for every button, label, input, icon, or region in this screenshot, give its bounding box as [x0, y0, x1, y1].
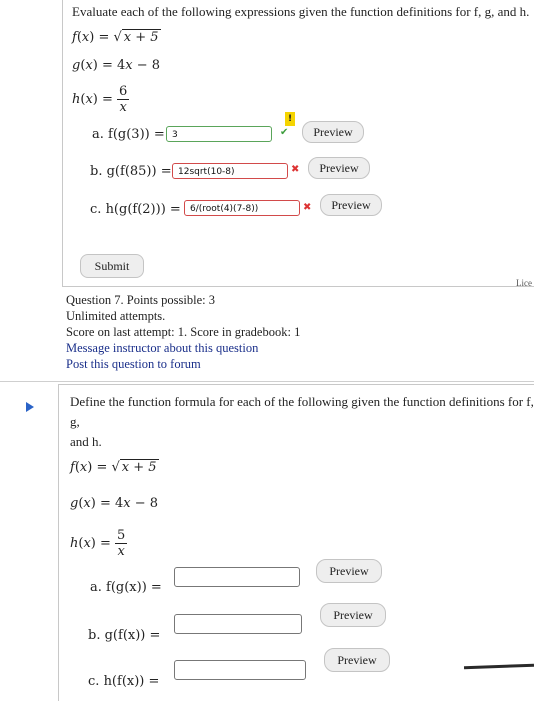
- hint-flag-icon[interactable]: !: [285, 112, 295, 126]
- preview-button-a[interactable]: Preview: [302, 121, 364, 143]
- h-numerator-2: 5: [115, 528, 128, 544]
- incorrect-x-icon: ✖: [303, 202, 312, 213]
- section-divider: [0, 381, 534, 382]
- attempts-text: Unlimited attempts.: [66, 309, 166, 323]
- preview-button-c[interactable]: Preview: [320, 194, 382, 216]
- part-c-expression: h(g(f(2))) =: [105, 202, 181, 217]
- q8-part-b-answer-input[interactable]: [174, 614, 302, 634]
- part-a-label: a. f(g(3)) =: [92, 127, 165, 142]
- h-definition: h(x) = 6x: [72, 84, 130, 115]
- g-definition: g(x) = 4x − 8: [72, 58, 161, 73]
- f-definition: f(x) = √ x + 5: [72, 29, 161, 45]
- correct-check-icon: ✔: [280, 127, 289, 138]
- q8-part-a-answer-input[interactable]: [174, 567, 300, 587]
- q8-part-a-expression: f(g(x)) =: [106, 580, 162, 595]
- message-instructor-link[interactable]: Message instructor about this question: [66, 340, 300, 356]
- q8-part-a-label: a. f(g(x)) =: [90, 580, 162, 595]
- part-b-label: b. g(f(85)) =: [90, 164, 172, 179]
- question-8-prompt: Define the function formula for each of …: [70, 394, 534, 449]
- q8-part-b-expression: g(f(x)) =: [104, 628, 161, 643]
- preview-button-b[interactable]: Preview: [308, 157, 370, 179]
- q8-part-c-expression: h(f(x)) =: [103, 674, 160, 689]
- h-definition-2: h(x) = 5x: [70, 528, 128, 559]
- h-numerator: 6: [117, 84, 130, 100]
- part-c-answer-input[interactable]: 6/(root(4)(7-8)): [184, 200, 300, 216]
- current-question-arrow-icon: [26, 402, 34, 412]
- q8-preview-button-b[interactable]: Preview: [320, 603, 386, 627]
- f-definition-2: f(x) = √ x + 5: [70, 459, 159, 475]
- points-possible-text: Question 7. Points possible: 3: [66, 293, 215, 307]
- score-text: Score on last attempt: 1. Score in grade…: [66, 325, 301, 339]
- part-b-answer-input[interactable]: 12sqrt(10-8): [172, 163, 288, 179]
- q8-preview-button-c[interactable]: Preview: [324, 648, 390, 672]
- g-definition-2: g(x) = 4x − 8: [70, 496, 159, 511]
- license-link[interactable]: Lice: [516, 278, 532, 288]
- part-a-answer-input[interactable]: 3: [166, 126, 272, 142]
- question-6-prompt: Evaluate each of the following expressio…: [72, 4, 530, 19]
- q8-part-c-label: c. h(f(x)) =: [88, 674, 160, 689]
- incorrect-x-icon: ✖: [291, 164, 300, 175]
- part-a-expression: f(g(3)) =: [108, 127, 165, 142]
- q8-part-c-answer-input[interactable]: [174, 660, 306, 680]
- part-b-expression: g(f(85)) =: [106, 164, 172, 179]
- part-c-label: c. h(g(f(2))) =: [90, 202, 181, 217]
- q8-part-b-label: b. g(f(x)) =: [88, 628, 161, 643]
- submit-button[interactable]: Submit: [80, 254, 144, 278]
- post-to-forum-link[interactable]: Post this question to forum: [66, 356, 300, 372]
- q8-preview-button-a[interactable]: Preview: [316, 559, 382, 583]
- question-info: Question 7. Points possible: 3 Unlimited…: [66, 292, 300, 372]
